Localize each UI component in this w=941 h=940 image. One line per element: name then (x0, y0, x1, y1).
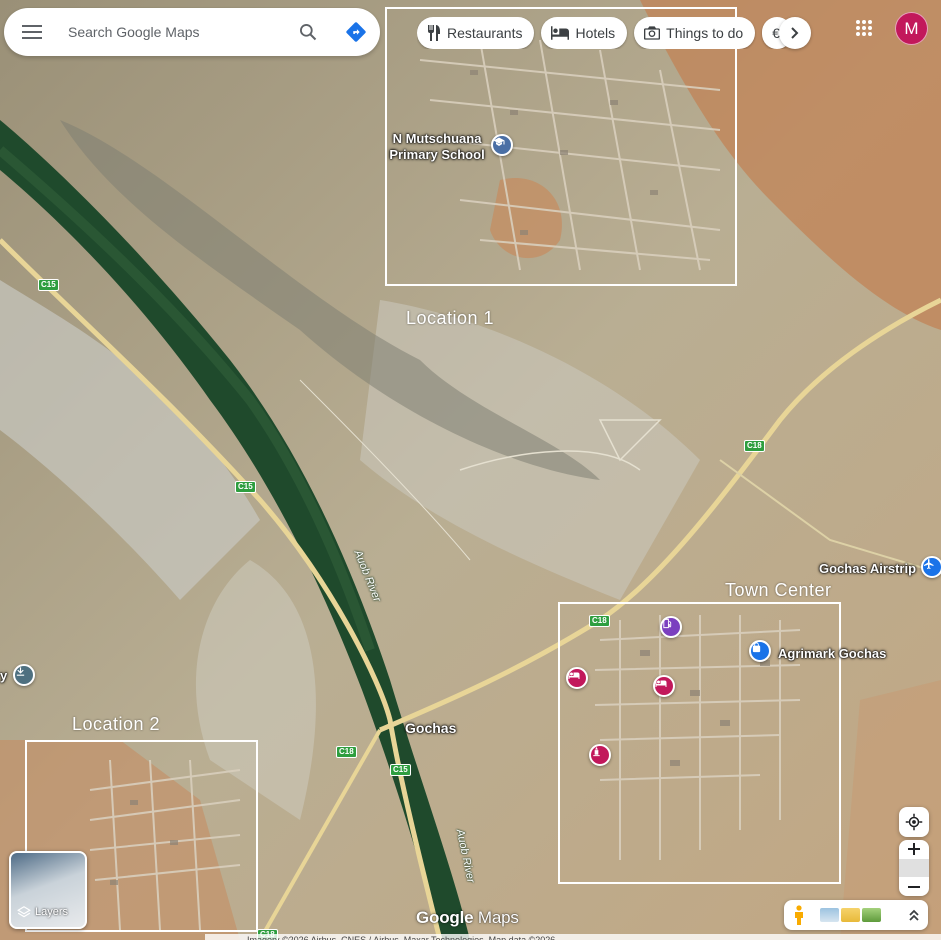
terrain-thumbnail[interactable] (820, 908, 839, 922)
menu-button[interactable] (4, 8, 60, 56)
poi-label-partial[interactable]: y (0, 668, 7, 684)
double-chevron-up-icon (909, 909, 919, 921)
search-box (4, 8, 380, 56)
account-avatar[interactable]: M (895, 12, 928, 45)
zoom-divider (899, 858, 929, 878)
location-1-label: Location 1 (406, 308, 495, 328)
layers-label-row: Layers (17, 905, 68, 919)
street-view-pegman[interactable] (784, 900, 814, 930)
plus-icon (908, 843, 920, 856)
layers-label: Layers (35, 906, 69, 918)
traffic-thumbnail[interactable] (841, 908, 860, 922)
road-shield-c18: C18 (336, 746, 357, 758)
zoom-out-button[interactable] (899, 877, 929, 896)
chip-label: Restaurants (447, 25, 523, 41)
chip-restaurants[interactable]: Restaurants (417, 17, 535, 49)
map-canvas[interactable]: Location 1 Town Center Location 2 C15 C1… (0, 0, 941, 940)
google-maps-logo: Google Maps (416, 908, 519, 928)
landmark-pin-icon[interactable] (13, 664, 35, 686)
minus-icon (908, 885, 920, 888)
school-pin-icon[interactable] (491, 134, 513, 156)
fork-knife-icon (428, 25, 440, 41)
town-center-box (558, 602, 841, 884)
category-chips: Restaurants Hotels Things to do € (417, 17, 813, 49)
road-shield-c18: C18 (744, 440, 765, 452)
location-2-label: Location 2 (72, 714, 161, 734)
layers-icon (17, 906, 31, 918)
road-shield-c15: C15 (235, 481, 256, 493)
biking-thumbnail[interactable] (862, 908, 881, 922)
hotel-pin-icon[interactable] (566, 667, 588, 689)
logo-maps: Maps (477, 908, 519, 927)
airport-pin-icon[interactable] (921, 556, 941, 578)
chip-hotels[interactable]: Hotels (541, 17, 628, 49)
road-shield-c15: C15 (38, 279, 59, 291)
pegman-icon (795, 905, 803, 925)
my-location-button[interactable] (899, 807, 929, 837)
place-label-gochas[interactable]: Gochas (405, 720, 456, 736)
camera-icon (644, 26, 661, 40)
google-apps-button[interactable] (848, 12, 880, 44)
search-icon (300, 24, 317, 41)
directions-icon (346, 22, 366, 42)
search-input[interactable] (60, 8, 284, 56)
menu-icon (22, 25, 42, 39)
poi-label-airstrip[interactable]: Gochas Airstrip (819, 561, 916, 577)
bed-icon (551, 26, 570, 40)
search-button[interactable] (284, 8, 332, 56)
chevron-right-icon (791, 27, 799, 39)
landmark-pin-icon[interactable] (589, 744, 611, 766)
logo-google: Google (416, 908, 474, 927)
zoom-in-button[interactable] (899, 840, 929, 859)
zoom-control (899, 840, 929, 896)
chip-things-to-do[interactable]: Things to do (634, 17, 756, 49)
chip-label: Hotels (575, 25, 616, 41)
hotel-pin-icon[interactable] (653, 675, 675, 697)
crosshair-icon (905, 813, 923, 831)
fuel-pin-icon[interactable] (660, 616, 682, 638)
road-shield-c18: C18 (589, 615, 610, 627)
directions-button[interactable] (332, 8, 380, 56)
road-shield-c15: C15 (390, 764, 411, 776)
expand-button[interactable] (908, 909, 920, 921)
apps-grid-icon (856, 20, 872, 36)
shopping-pin-icon[interactable] (749, 640, 771, 662)
layer-thumbnails (820, 908, 881, 922)
bottom-controls (784, 900, 928, 930)
attribution-bar: Imagery ©2026 Airbus, CNES / Airbus, Max… (205, 934, 941, 940)
poi-label-school[interactable]: N Mutschuana Primary School (389, 131, 485, 163)
poi-label-agrimark[interactable]: Agrimark Gochas (778, 646, 886, 662)
chips-next-button[interactable] (779, 17, 811, 49)
town-center-label: Town Center (725, 580, 832, 600)
layers-button[interactable]: Layers (9, 851, 87, 929)
chip-label: Things to do (666, 25, 744, 41)
